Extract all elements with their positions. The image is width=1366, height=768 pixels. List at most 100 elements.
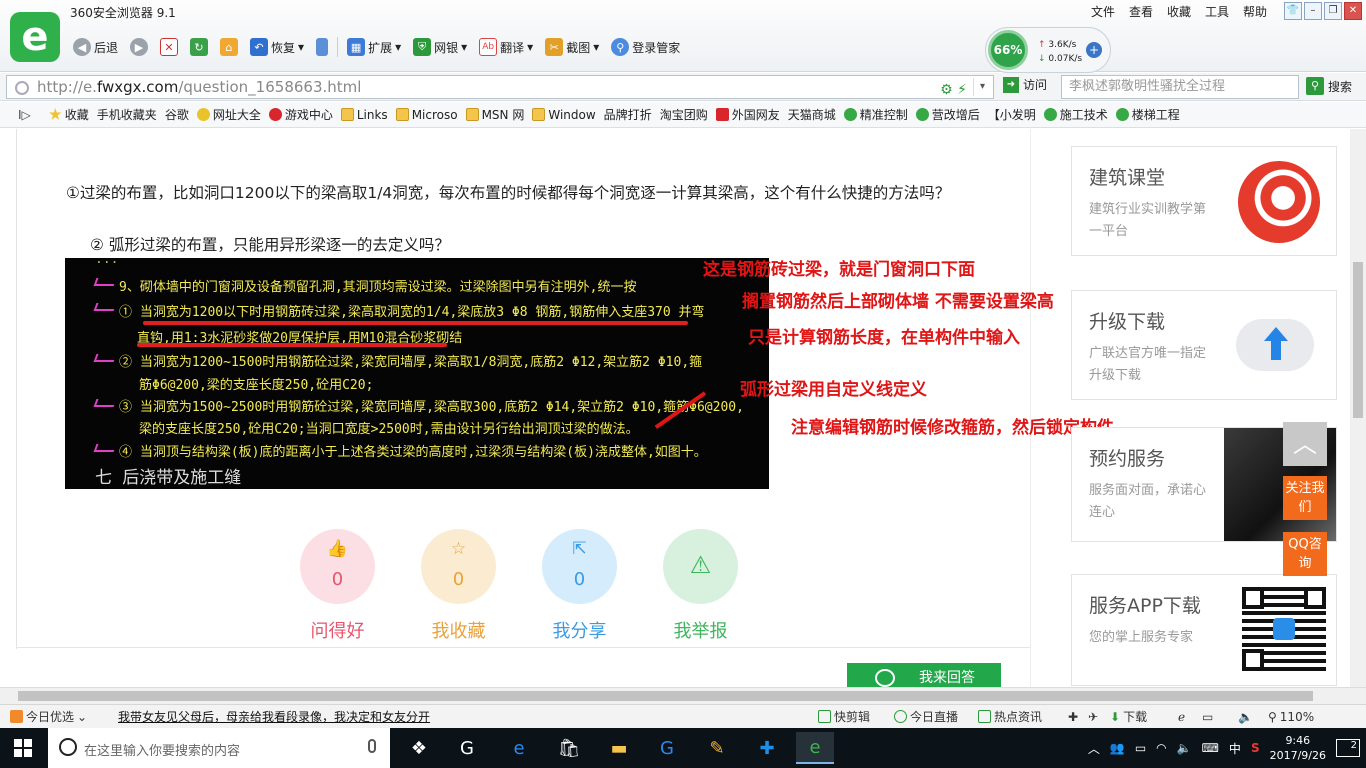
qq-consult-button[interactable]: QQ咨询 bbox=[1283, 532, 1327, 576]
favorite-button[interactable]: ☆ 0 bbox=[421, 529, 496, 604]
skin-icon[interactable]: 👕 bbox=[1284, 2, 1302, 20]
favorites-item[interactable]: 手机收藏夹 bbox=[0, 106, 157, 244]
back-to-top-button[interactable]: ︿ bbox=[1283, 422, 1327, 466]
favorites-item[interactable]: 网址大全 bbox=[196, 106, 261, 123]
favorites-item[interactable]: 精准控制 bbox=[843, 106, 908, 123]
favorites-item[interactable]: 施工技术 bbox=[1043, 106, 1108, 123]
report-button[interactable]: ⚠ bbox=[663, 529, 738, 604]
network-speed-widget[interactable]: 66% ↑ 3.6K/s ↓ 0.07K/s + bbox=[985, 27, 1111, 73]
favorites-item[interactable]: 收藏 bbox=[49, 106, 89, 123]
translate-button[interactable]: Ab 翻译 ▾ bbox=[476, 35, 536, 59]
favorites-item[interactable]: 谷歌 bbox=[0, 106, 189, 244]
screenshot-button[interactable]: ✂ 截图 ▾ bbox=[542, 35, 602, 59]
scrollbar-thumb[interactable] bbox=[1353, 262, 1363, 418]
people-icon[interactable]: 👥 bbox=[1110, 741, 1125, 755]
favorites-item[interactable]: 营改增后 bbox=[915, 106, 980, 123]
menu-help[interactable]: 帮助 bbox=[1236, 3, 1274, 20]
stop-button[interactable]: ✕ bbox=[157, 35, 181, 59]
ime-indicator[interactable]: 中 bbox=[1229, 740, 1241, 757]
microphone-icon[interactable] bbox=[368, 739, 376, 753]
login-manager-button[interactable]: ⚲ 登录管家 bbox=[608, 35, 683, 59]
refresh-button[interactable]: ↻ bbox=[187, 35, 211, 59]
favorites-item[interactable]: MSN 网 bbox=[465, 106, 524, 123]
scrollbar-thumb[interactable] bbox=[18, 691, 1313, 701]
forward-button[interactable]: ▶ bbox=[127, 35, 151, 59]
browser-logo-icon[interactable]: e bbox=[10, 12, 60, 62]
share-action[interactable]: ⇱ 0 我分享 bbox=[542, 529, 617, 643]
sidebar-toggle-icon[interactable]: I▷ bbox=[18, 108, 31, 122]
volume-icon[interactable]: 🔈 bbox=[1177, 741, 1192, 755]
favorites-item[interactable]: 外国网友 bbox=[715, 106, 780, 123]
favorites-item[interactable]: 游戏中心 bbox=[268, 106, 333, 123]
answer-button[interactable]: 我来回答 bbox=[847, 663, 1001, 687]
menu-file[interactable]: 文件 bbox=[1084, 3, 1122, 20]
report-action[interactable]: ⚠ 我举报 bbox=[663, 529, 738, 643]
like-button[interactable]: 👍 0 bbox=[300, 529, 375, 604]
restore-button[interactable]: ↶ 恢复 ▾ bbox=[247, 35, 307, 59]
zoom-level[interactable]: ⚲ 110% bbox=[1268, 710, 1314, 724]
favorites-item[interactable]: 天猫商城 bbox=[0, 106, 836, 244]
pin-icon[interactable]: ✈ bbox=[1088, 710, 1110, 724]
favorites-item[interactable]: 品牌打折 bbox=[0, 106, 652, 244]
kuaijian-button[interactable]: 快剪辑 bbox=[818, 708, 894, 725]
extensions-button[interactable]: ▦ 扩展 ▾ bbox=[344, 35, 404, 59]
maximize-button[interactable]: ❐ bbox=[1324, 2, 1342, 20]
favorites-item[interactable]: 淘宝团购 bbox=[0, 106, 708, 244]
sidebar-card-course[interactable]: 建筑课堂 建筑行业实训教学第一平台 bbox=[1071, 146, 1337, 256]
360-browser-icon[interactable]: e bbox=[796, 732, 834, 764]
today-picks[interactable]: 今日优选 ⌄ bbox=[10, 708, 118, 725]
store-icon[interactable]: 🛍 bbox=[550, 732, 588, 764]
wifi-icon[interactable]: ◠ bbox=[1156, 741, 1166, 755]
glodon-icon[interactable]: G bbox=[648, 732, 686, 764]
notes-icon[interactable]: ✎ bbox=[698, 732, 736, 764]
app-plus-icon[interactable]: ✚ bbox=[748, 732, 786, 764]
window-icon[interactable]: ▭ bbox=[1202, 710, 1238, 724]
battery-icon[interactable]: ▭ bbox=[1135, 741, 1146, 755]
taskbar-search[interactable]: 在这里输入你要搜索的内容 bbox=[48, 728, 390, 768]
visit-button[interactable]: ➜ 访问 bbox=[1003, 76, 1047, 93]
bank-button[interactable]: ⛨ 网银 ▾ bbox=[410, 35, 470, 59]
minimize-button[interactable]: – bbox=[1304, 2, 1322, 20]
keyboard-icon[interactable]: ⌨ bbox=[1202, 741, 1219, 755]
favorite-action[interactable]: ☆ 0 我收藏 bbox=[421, 529, 496, 643]
windows-start-icon[interactable] bbox=[14, 739, 32, 757]
sidebar-card-upgrade[interactable]: 升级下载 广联达官方唯一指定升级下载 bbox=[1071, 290, 1337, 400]
task-view-icon[interactable]: ❖ bbox=[400, 732, 438, 764]
search-button[interactable]: ⚲ 搜索 bbox=[1306, 77, 1352, 95]
phone-button[interactable] bbox=[313, 35, 331, 59]
back-button[interactable]: ◀ 后退 bbox=[70, 35, 121, 59]
favorites-item[interactable]: 【小发明 bbox=[0, 106, 1036, 244]
notification-center-icon[interactable]: 2 bbox=[1336, 739, 1360, 757]
plus-icon[interactable]: + bbox=[1086, 42, 1102, 58]
favorites-item[interactable]: Window bbox=[532, 108, 596, 122]
search-input[interactable]: 李枫述郭敬明性骚扰全过程 bbox=[1061, 75, 1299, 99]
news-headline-link[interactable]: 我带女友见父母后，母亲给我看段录像，我决定和女友分开 bbox=[118, 708, 818, 725]
ie-icon[interactable]: ℯ bbox=[1178, 710, 1202, 724]
edge-icon[interactable]: e bbox=[500, 732, 538, 764]
volume-icon[interactable]: 🔈 bbox=[1238, 710, 1268, 724]
live-button[interactable]: 今日直播 bbox=[894, 708, 978, 725]
favorites-item[interactable]: Links bbox=[340, 108, 388, 122]
menu-favorites[interactable]: 收藏 bbox=[1160, 3, 1198, 20]
browser-g-icon[interactable]: G bbox=[448, 732, 486, 764]
tray-expand-icon[interactable]: ︿ bbox=[1088, 740, 1100, 757]
favorites-item[interactable]: 楼梯工程 bbox=[1115, 106, 1180, 123]
compat-mode-icon[interactable]: ⚙ ⚡ bbox=[940, 79, 967, 101]
menu-tools[interactable]: 工具 bbox=[1198, 3, 1236, 20]
security-icon[interactable]: ✚ bbox=[1068, 710, 1088, 724]
close-button[interactable]: ✕ bbox=[1344, 2, 1362, 20]
file-explorer-icon[interactable]: ▬ bbox=[600, 732, 638, 764]
sogou-icon[interactable]: S bbox=[1251, 741, 1260, 755]
download-button[interactable]: ⬇ 下载 bbox=[1110, 708, 1178, 725]
favorites-item[interactable]: Microso bbox=[395, 108, 458, 122]
share-button[interactable]: ⇱ 0 bbox=[542, 529, 617, 604]
address-dropdown-icon[interactable]: ▾ bbox=[973, 78, 991, 96]
horizontal-scrollbar[interactable] bbox=[0, 687, 1366, 704]
follow-us-button[interactable]: 关注我们 bbox=[1283, 476, 1327, 520]
vertical-scrollbar[interactable] bbox=[1350, 129, 1366, 687]
menu-view[interactable]: 查看 bbox=[1122, 3, 1160, 20]
hot-news-button[interactable]: 热点资讯 bbox=[978, 708, 1068, 725]
like-action[interactable]: 👍 0 问得好 bbox=[300, 529, 375, 643]
sidebar-card-app[interactable]: 服务APP下载 您的掌上服务专家 bbox=[1071, 574, 1337, 686]
address-bar[interactable]: http://e.fwxgx.com/question_1658663.html… bbox=[6, 75, 994, 99]
